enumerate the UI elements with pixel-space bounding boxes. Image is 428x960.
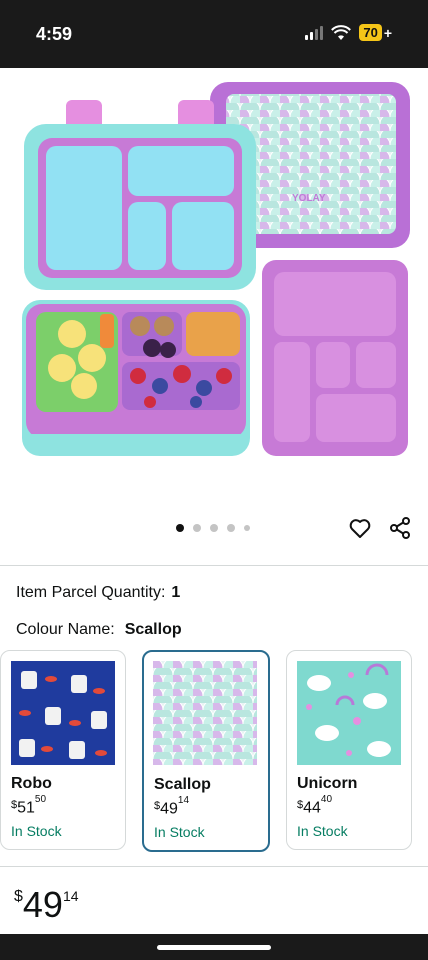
cellular-signal-icon: [305, 25, 324, 40]
brand-text: YOLAY: [292, 193, 326, 204]
unicorn-pattern-icon: [297, 661, 401, 765]
swatch-unicorn[interactable]: Unicorn $4440 In Stock: [286, 650, 412, 850]
status-time: 4:59: [36, 24, 73, 44]
scallop-pattern: [153, 661, 257, 765]
carousel-dot[interactable]: [227, 524, 235, 532]
scallop-pattern-icon: [153, 661, 257, 765]
carousel-dot[interactable]: [210, 524, 218, 532]
swatch-stock: In Stock: [11, 823, 62, 839]
unicorn-pattern: [297, 661, 401, 765]
swatch-name: Unicorn: [297, 775, 358, 792]
product-price: $ 49 14: [14, 884, 79, 926]
battery-icon: 70 +: [359, 24, 392, 41]
swatch-scallop[interactable]: Scallop $4914 In Stock: [142, 650, 270, 852]
swatch-stock: In Stock: [154, 824, 205, 840]
price-currency: $: [14, 888, 23, 905]
status-bar: 4:59 70 +: [0, 0, 428, 68]
swatch-price: $4914: [154, 795, 190, 818]
quantity-row: Item Parcel Quantity: 1: [16, 584, 180, 602]
home-bar: [0, 934, 428, 960]
heart-icon[interactable]: [348, 516, 372, 540]
share-icon[interactable]: [388, 516, 412, 540]
colour-row: Colour Name: Scallop: [16, 621, 182, 639]
price-fraction: 14: [62, 888, 79, 904]
quantity-value: 1: [171, 584, 181, 601]
battery-charging: +: [383, 24, 392, 41]
carousel-dot[interactable]: [176, 524, 184, 532]
status-icons: 70 +: [305, 24, 392, 41]
robot-pattern-icon: [11, 661, 115, 765]
carousel-dots[interactable]: [176, 524, 250, 532]
colour-label: Colour Name:: [16, 621, 115, 638]
swatch-price: $4440: [297, 794, 333, 817]
battery-level: 70: [359, 24, 382, 41]
wifi-icon: [331, 24, 352, 40]
swatch-name: Scallop: [154, 776, 211, 793]
swatch-stock: In Stock: [297, 823, 348, 839]
quantity-label: Item Parcel Quantity:: [16, 584, 166, 601]
carousel-dot[interactable]: [193, 524, 201, 532]
product-image[interactable]: YOLAY: [0, 68, 428, 508]
divider: [0, 565, 428, 566]
lunchbox-image: YOLAY: [22, 82, 410, 456]
robot-pattern: [11, 661, 115, 765]
home-indicator[interactable]: [157, 945, 271, 950]
carousel-controls: [0, 510, 428, 550]
price-whole: 49: [22, 884, 63, 925]
swatch-robo[interactable]: Robo $5150 In Stock: [0, 650, 126, 850]
colour-swatches: Robo $5150 In Stock Scallop $4914 In Sto…: [0, 650, 428, 855]
divider: [0, 866, 428, 867]
colour-value: Scallop: [124, 621, 182, 638]
swatch-price: $5150: [11, 794, 47, 817]
carousel-dot[interactable]: [244, 525, 250, 531]
swatch-name: Robo: [11, 775, 52, 792]
